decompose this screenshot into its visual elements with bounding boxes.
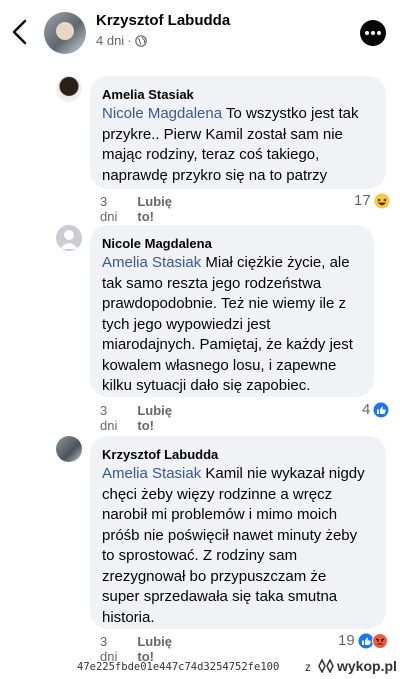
from-label: z [305,660,311,674]
more-options-icon[interactable] [360,20,386,46]
wykop-icon [318,659,334,673]
mention-link[interactable]: Amelia Stasiak [102,465,201,482]
post-meta: 4 dni · [96,33,147,48]
avatar[interactable] [56,225,82,251]
separator-dot: · [127,33,132,48]
angry-emoji-icon [371,632,388,649]
comment-text: Amelia Stasiak Kamil nie wykazał nigdy c… [102,465,365,626]
comment-author[interactable]: Krzysztof Labudda [102,446,374,464]
comment-author[interactable]: Amelia Stasiak [102,86,374,104]
post-time: 4 dni [96,33,125,48]
comment-text: Amelia Stasiak Miał ciężkie życie, ale t… [102,254,353,394]
mention-link[interactable]: Nicole Magdalena [102,105,222,122]
like-button[interactable]: Lubię to! [137,403,172,433]
reaction-summary[interactable]: 19 [338,632,388,649]
comment-time: 3 dni [100,403,118,433]
haha-emoji-icon [374,193,390,209]
comment-text: Nicole Magdalena To wszystko jest tak pr… [102,105,359,184]
like-button[interactable]: Lubię to! [137,194,172,224]
reaction-count: 19 [338,632,355,649]
post-header: Krzysztof Labudda 4 dni · [0,0,400,62]
comment-bubble: Amelia Stasiak Nicole Magdalena To wszys… [90,76,386,189]
avatar[interactable] [44,12,86,54]
globe-icon [134,34,147,47]
avatar[interactable] [56,436,82,462]
back-arrow-icon[interactable] [8,18,32,46]
avatar[interactable] [56,76,82,102]
comment-bubble: Nicole Magdalena Amelia Stasiak Miał cię… [90,225,374,397]
watermark-footer: 47e225fbde01e447c74d3254752fe100 z wykop… [0,658,400,679]
comment-time: 3 dni [100,194,118,224]
wykop-logo: wykop.pl [318,658,397,674]
mention-link[interactable]: Amelia Stasiak [102,254,201,271]
comment-author[interactable]: Nicole Magdalena [102,235,362,253]
reaction-count: 4 [362,401,371,418]
post-author-name[interactable]: Krzysztof Labudda [96,12,230,29]
comment-bubble: Krzysztof Labudda Amelia Stasiak Kamil n… [90,436,386,629]
image-hash: 47e225fbde01e447c74d3254752fe100 [77,661,280,673]
comment-actions: 3 dni Lubię to! [100,194,172,224]
reaction-summary[interactable]: 4 [362,401,389,418]
like-emoji-icon [373,402,389,418]
reaction-summary[interactable]: 17 [354,192,390,209]
comment-actions: 3 dni Lubię to! [100,403,172,433]
reaction-count: 17 [354,192,371,209]
